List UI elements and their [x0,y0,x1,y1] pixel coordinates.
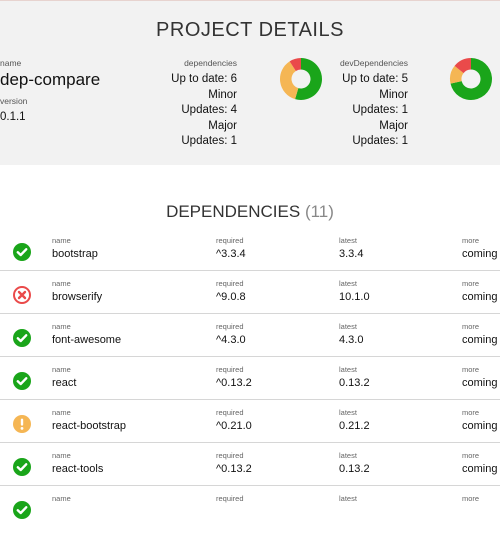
dep-latest-label: latest [339,279,357,288]
dependencies-stats-label: dependencies [184,58,237,68]
check-circle-icon [13,243,31,261]
dep-more-label: more [462,322,480,331]
row-separator [0,313,500,314]
dep-required-label: required [216,322,244,331]
dep-more-label: more [462,408,480,417]
dep-name: browserify [52,291,103,303]
dep-latest: 0.21.2 [339,420,370,432]
dep-required: ^3.3.4 [216,248,246,260]
dep-name-label: name [52,236,71,245]
check-circle-icon [13,372,31,390]
dep-latest-label: latest [339,322,357,331]
dep-latest: 0.13.2 [339,377,370,389]
dep-required: ^0.13.2 [216,377,252,389]
row-separator [0,399,500,400]
check-circle-icon [13,329,31,347]
dep-name-label: name [52,365,71,374]
dep-name: react [52,377,77,389]
project-version: 0.1.1 [0,111,26,123]
dependencies-heading: DEPENDENCIES (11) [0,202,500,222]
dependencies-stat-line: Major [208,119,237,132]
dep-latest-label: latest [339,408,357,417]
dep-latest-label: latest [339,236,357,245]
dep-name: react-bootstrap [52,420,126,432]
dep-name-label: name [52,494,71,503]
dep-more-label: more [462,451,480,460]
dependencies-count: (11) [304,202,334,221]
project-name: dep-compare [0,70,101,89]
dev-dependencies-stat-line: Minor [379,88,408,101]
dep-required-label: required [216,279,244,288]
dev-dependencies-stats: devDependencies Up to date: 5 Minor Upda… [298,58,408,150]
dep-latest-label: latest [339,451,357,460]
dep-latest: 4.3.0 [339,334,364,346]
dep-more: coming [462,291,498,303]
dep-name: bootstrap [52,248,98,260]
dep-required-label: required [216,236,244,245]
row-separator [0,356,500,357]
dep-latest: 3.3.4 [339,248,364,260]
project-name-label: name [0,58,22,68]
dep-required: ^0.21.0 [216,420,252,432]
dep-more-label: more [462,279,480,288]
dep-required: ^9.0.8 [216,291,246,303]
dev-dependencies-stat-line: Up to date: 5 [342,73,408,85]
dependencies-title: DEPENDENCIES [166,202,301,221]
dep-more: coming [462,377,498,389]
check-circle-icon [13,458,31,476]
dep-name-label: name [52,408,71,417]
row-separator [0,485,500,486]
dependencies-stats: dependencies Up to date: 6 Minor Updates… [127,58,237,150]
dep-more: coming [462,420,498,432]
dep-latest-label: latest [339,365,357,374]
project-details-panel: PROJECT DETAILS name dep-compare version… [0,1,500,165]
dep-latest-label: latest [339,494,357,503]
dependencies-stat-line: Updates: 1 [181,135,237,147]
dep-required-label: required [216,408,244,417]
check-circle-icon [13,501,31,519]
dep-more: coming [462,463,498,475]
dev-dependencies-stats-label: devDependencies [339,58,408,68]
row-separator [0,270,500,271]
dependencies-stat-line: Up to date: 6 [171,73,237,85]
dep-name-label: name [52,322,71,331]
project-version-label: version [0,96,28,106]
dep-name: font-awesome [52,334,122,346]
dep-name: react-tools [52,463,104,475]
dep-latest: 0.13.2 [339,463,370,475]
dep-more: coming [462,248,498,260]
dev-dependencies-stat-line: Updates: 1 [352,104,408,116]
dep-more: coming [462,334,498,346]
dep-name-label: name [52,451,71,460]
dep-latest: 10.1.0 [339,291,370,303]
dev-dependencies-donut-chart [450,58,492,100]
dep-more-label: more [462,494,480,503]
dev-dependencies-stat-line: Major [379,119,408,132]
dep-more-label: more [462,236,480,245]
x-circle-icon [13,286,31,304]
dep-required: ^4.3.0 [216,334,246,346]
dependencies-stat-line: Minor [208,88,237,101]
exclamation-circle-icon [13,415,31,433]
row-separator [0,442,500,443]
dependencies-stat-line: Updates: 4 [181,104,237,116]
dependency-row: name required latest more [0,491,500,534]
dep-name-label: name [52,279,71,288]
dep-required-label: required [216,494,244,503]
dep-required: ^0.13.2 [216,463,252,475]
dev-dependencies-stat-line: Updates: 1 [352,135,408,147]
project-details-title: PROJECT DETAILS [156,19,344,41]
dep-required-label: required [216,451,244,460]
dep-required-label: required [216,365,244,374]
dep-more-label: more [462,365,480,374]
